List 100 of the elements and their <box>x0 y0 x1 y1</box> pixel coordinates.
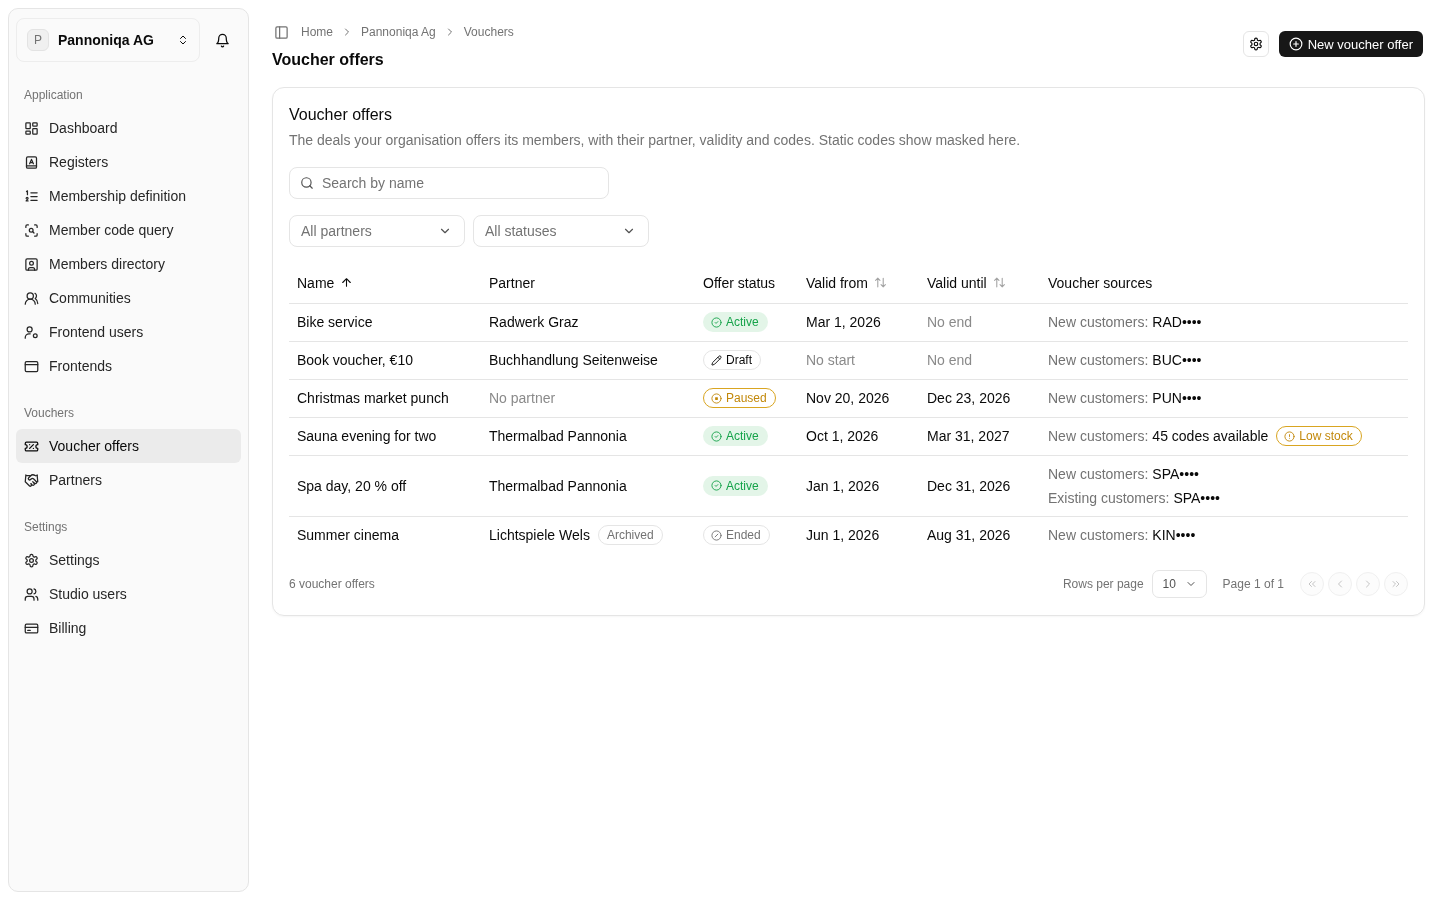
source-value: BUC•••• <box>1152 351 1202 370</box>
sidebar-item[interactable]: Settings <box>16 543 241 577</box>
sidebar-item[interactable]: Dashboard <box>16 111 241 145</box>
handshake-icon <box>24 472 39 488</box>
card-description: The deals your organisation offers its members, with their partner, validity and codes. Static codes show masked here. <box>289 131 1022 150</box>
page-title: Voucher offers <box>272 50 385 70</box>
pencil-icon <box>711 354 722 366</box>
plus-circle-icon <box>1288 37 1303 51</box>
section-label: Settings <box>23 519 69 535</box>
sidebar-item[interactable]: Registers <box>16 145 241 179</box>
table-cell: Spa day, 20 % off <box>297 477 407 494</box>
slashed-circle-icon <box>711 529 722 541</box>
table-cell: Thermalbad Pannonia <box>489 477 627 494</box>
chevrons-up-down-icon <box>177 34 189 46</box>
column-header: Offer status <box>703 274 776 291</box>
source-label: New customers: <box>1048 313 1149 332</box>
settings-button[interactable] <box>1242 31 1269 57</box>
rows-per-page-select[interactable]: 10 <box>1151 570 1207 598</box>
sidebar-item[interactable]: Partners <box>16 463 241 497</box>
numbered-list-icon <box>24 188 39 204</box>
source-value: 45 codes available <box>1152 427 1269 446</box>
sidebar-item[interactable]: Studio users <box>16 577 241 611</box>
organization-switcher[interactable]: P Pannoniqa AG <box>16 18 200 62</box>
breadcrumb-link[interactable]: Pannoniqa Ag <box>361 25 436 39</box>
source-label: Existing customers: <box>1048 488 1170 508</box>
status-text: Draft <box>726 353 752 367</box>
contact-book-icon <box>24 154 39 170</box>
sidebar-item[interactable]: Member code query <box>16 213 241 247</box>
column-header[interactable]: Valid until <box>927 274 987 291</box>
grid-icon <box>24 120 39 136</box>
sort-ascending-icon[interactable] <box>340 276 354 290</box>
double-chevron-right-icon <box>1390 578 1402 590</box>
status-text: Active <box>726 429 759 443</box>
sidebar-item[interactable]: Voucher offers <box>16 429 241 463</box>
window-icon <box>24 358 39 374</box>
section-label: Application <box>23 87 84 103</box>
source-label: New customers: <box>1048 427 1149 446</box>
source-value: KIN•••• <box>1152 526 1196 546</box>
table-cell: Lichtspiele Wels <box>489 527 590 544</box>
table-cell: Christmas market punch <box>297 390 449 406</box>
source-value: SPA•••• <box>1173 488 1220 508</box>
table-cell: Dec 23, 2026 <box>927 390 1011 406</box>
table-cell: Sauna evening for two <box>297 428 437 444</box>
column-header[interactable]: Valid from <box>806 274 868 291</box>
double-chevron-left-icon <box>1306 578 1318 590</box>
status-text: Ended <box>726 528 761 543</box>
table-cell: Book voucher, €10 <box>297 352 413 368</box>
table-cell: Mar 31, 2027 <box>927 428 1010 444</box>
table-cell: Jun 1, 2026 <box>806 527 880 544</box>
check-circle-icon <box>711 430 722 442</box>
ticket-icon <box>24 438 39 454</box>
status-text: Active <box>726 315 759 329</box>
sidebar-toggle-icon[interactable] <box>274 24 289 40</box>
sidebar-item[interactable]: Members directory <box>16 247 241 281</box>
rows-per-page-label: Rows per page <box>1062 577 1144 591</box>
page-indicator: Page 1 of 1 <box>1222 577 1284 591</box>
card-icon <box>24 620 39 636</box>
table-cell: Mar 1, 2026 <box>806 314 881 330</box>
sidebar-item[interactable]: Frontend users <box>16 315 241 349</box>
table-cell: Jan 1, 2026 <box>806 477 880 494</box>
people-icon <box>24 586 39 602</box>
table-cell: Thermalbad Pannonia <box>489 428 627 444</box>
source-label: New customers: <box>1048 464 1149 484</box>
source-label: New customers: <box>1048 389 1149 408</box>
table-cell: No end <box>927 352 973 368</box>
person-card-icon <box>24 256 39 272</box>
alert-icon <box>1284 430 1296 442</box>
filter-select[interactable]: All statuses <box>473 215 649 247</box>
status-text: Paused <box>726 391 767 405</box>
check-circle-icon <box>711 316 722 328</box>
source-label: New customers: <box>1048 351 1149 370</box>
card-title: Voucher offers <box>289 105 393 125</box>
filter-select[interactable]: All partners <box>289 215 465 247</box>
column-header: Partner <box>489 274 535 291</box>
section-label: Vouchers <box>23 405 76 421</box>
row-count: 6 voucher offers <box>289 577 375 591</box>
status-text: Active <box>726 478 759 493</box>
search-field[interactable]: Search by name <box>289 167 609 199</box>
sidebar-item[interactable]: Billing <box>16 611 241 645</box>
check-circle-icon <box>711 480 722 491</box>
sidebar-item[interactable]: Frontends <box>16 349 241 383</box>
sidebar-item[interactable]: Communities <box>16 281 241 315</box>
source-value: PUN•••• <box>1152 389 1202 408</box>
column-header: Voucher sources <box>1048 274 1153 291</box>
breadcrumb-current[interactable]: Vouchers <box>463 25 514 39</box>
breadcrumb-link[interactable]: Home <box>301 25 333 39</box>
search-icon <box>300 176 314 190</box>
sidebar-item[interactable]: Membership definition <box>16 179 241 213</box>
organization-avatar: P <box>27 29 49 51</box>
table-cell: Summer cinema <box>297 527 399 544</box>
table-cell: Aug 31, 2026 <box>927 527 1011 544</box>
bell-icon[interactable] <box>215 32 230 48</box>
column-header[interactable]: Name <box>297 274 335 291</box>
sort-icon[interactable] <box>992 276 1006 290</box>
new-voucher-offer-button[interactable]: New voucher offer <box>1278 31 1423 57</box>
person-icon <box>24 324 39 340</box>
source-value: RAD•••• <box>1152 313 1202 332</box>
settings-icon <box>1248 37 1263 51</box>
sort-icon[interactable] <box>874 276 887 290</box>
table-cell: Oct 1, 2026 <box>806 428 879 444</box>
